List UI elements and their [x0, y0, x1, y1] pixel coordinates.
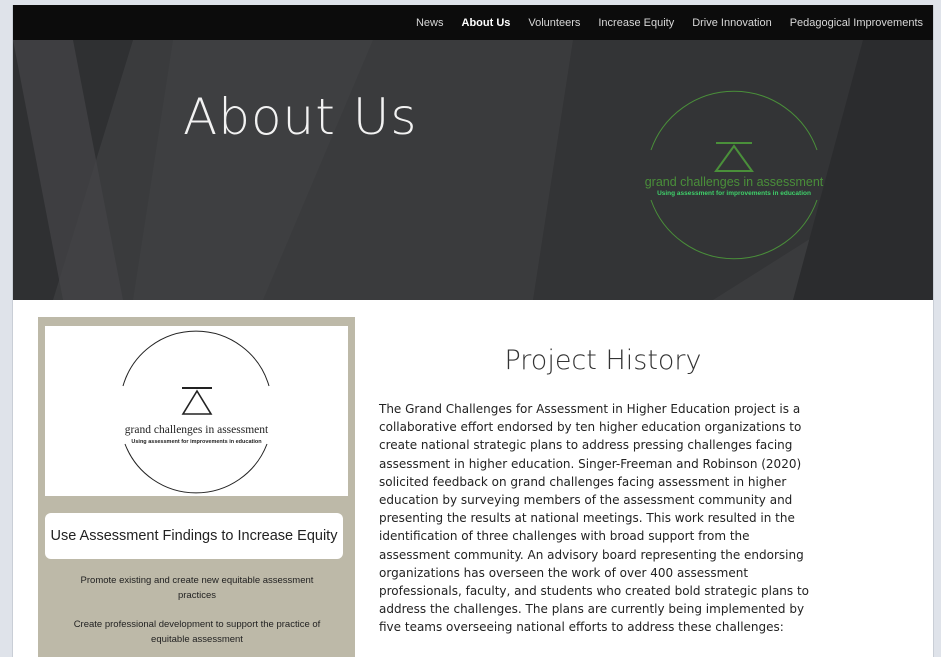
hero-logo-title: grand challenges in assessment — [644, 175, 824, 189]
hero-banner: About Us grand challenges in assessment … — [13, 40, 933, 300]
nav-link-about-us[interactable]: About Us — [462, 17, 511, 29]
card-list-item: Promote existing and create new equitabl… — [80, 575, 314, 601]
nav-link-increase-equity[interactable]: Increase Equity — [598, 17, 674, 29]
top-navigation: News About Us Volunteers Increase Equity… — [13, 5, 933, 40]
section-body-text: The Grand Challenges for Assessment in H… — [379, 402, 810, 635]
nav-link-drive-innovation[interactable]: Drive Innovation — [692, 17, 772, 29]
hero-logo-text: grand challenges in assessment Using ass… — [619, 175, 849, 197]
increase-equity-button[interactable]: Use Assessment Findings to Increase Equi… — [45, 513, 343, 559]
card-logo-panel: grand challenges in assessment Using ass… — [45, 326, 348, 496]
section-title: Project History — [504, 345, 702, 376]
page-frame: News About Us Volunteers Increase Equity… — [12, 5, 934, 657]
page-title: About Us — [183, 88, 418, 146]
equity-card: grand challenges in assessment Using ass… — [38, 317, 355, 657]
hero-logo-tagline: Using assessment for improvements in edu… — [657, 190, 811, 197]
card-logo-tagline: Using assessment for improvements in edu… — [131, 439, 262, 445]
nav-link-pedagogical-improvements[interactable]: Pedagogical Improvements — [790, 17, 923, 29]
nav-link-volunteers[interactable]: Volunteers — [528, 17, 580, 29]
card-list-item: Create professional development to suppo… — [73, 619, 321, 645]
card-logo-title: grand challenges in assessment — [124, 424, 269, 436]
nav-link-news[interactable]: News — [416, 17, 444, 29]
grand-challenges-logo-icon — [122, 330, 270, 494]
